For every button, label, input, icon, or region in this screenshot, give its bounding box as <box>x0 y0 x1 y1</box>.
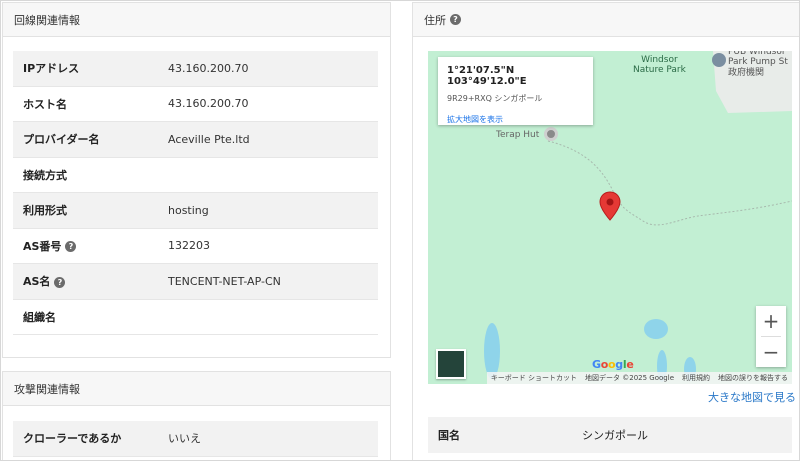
zoom-in-button[interactable]: + <box>756 306 786 336</box>
big-map-link[interactable]: 大きな地図で見る <box>708 389 796 405</box>
row-value: hosting <box>168 203 209 217</box>
map-view[interactable]: Windsor Nature Park PUB Windsor Park Pum… <box>428 51 792 384</box>
map-label-terap: Terap Hut <box>496 130 540 140</box>
table-row: 組織名 <box>13 300 378 335</box>
row-key-label: クローラーであるか <box>23 432 122 446</box>
table-row: ホスト名 43.160.200.70 <box>13 87 378 122</box>
row-key: 接続方式 <box>13 167 168 183</box>
country-value: シンガポール <box>582 429 648 442</box>
map-enlarge-link[interactable]: 拡大地図を表示 <box>447 114 584 125</box>
row-key: ホスト名 <box>13 96 168 112</box>
row-key-label: 接続方式 <box>23 168 67 182</box>
row-key-label: IPアドレス <box>23 62 80 76</box>
row-key: AS名? <box>13 273 168 289</box>
help-icon[interactable]: ? <box>54 276 66 288</box>
map-data-credit: 地図データ ©2025 Google <box>585 374 674 382</box>
map-info-window: 1°21'07.5"N 103°49'12.0"E 9R29+RXQ シンガポー… <box>438 57 593 125</box>
row-key: プロバイダー名 <box>13 131 168 147</box>
table-row: AS名? TENCENT-NET-AP-CN <box>13 264 378 300</box>
map-label-gov: 政府機関 <box>728 68 765 78</box>
row-value: 132203 <box>168 239 210 253</box>
country-row: 国名 シンガポール <box>428 417 792 453</box>
zoom-controls: + − <box>756 306 786 367</box>
line-info-header: 回線関連情報 <box>3 3 390 37</box>
gov-pin-icon <box>712 53 726 67</box>
help-icon[interactable]: ? <box>65 241 77 253</box>
zoom-out-button[interactable]: − <box>756 337 786 367</box>
map-label-windsor: Windsor Nature Park <box>633 55 686 75</box>
address-header: 住所 ? <box>413 3 799 37</box>
line-info-panel: 回線関連情報 IPアドレス 43.160.200.70 ホスト名 43.160.200… <box>2 2 391 358</box>
table-row: 利用形式 hosting <box>13 193 378 229</box>
attack-info-panel: 攻撃関連情報 クローラーであるか いいえ <box>2 371 391 460</box>
row-value: 43.160.200.70 <box>168 97 249 111</box>
row-value: Aceville Pte.ltd <box>168 132 250 146</box>
attack-info-title: 攻撃関連情報 <box>14 382 80 396</box>
row-key: AS番号? <box>13 238 168 254</box>
row-value: TENCENT-NET-AP-CN <box>168 274 281 288</box>
table-row: 接続方式 <box>13 158 378 193</box>
map-attribution-bar: キーボード ショートカット 地図データ ©2025 Google 利用規約 地図… <box>486 372 792 384</box>
row-key: クローラーであるか <box>13 430 168 446</box>
attack-info-table: クローラーであるか いいえ <box>13 421 378 457</box>
map-water-2 <box>644 319 668 339</box>
terap-pin-icon <box>544 127 558 141</box>
country-key: 国名 <box>438 429 460 442</box>
map-type-toggle[interactable] <box>436 349 466 379</box>
row-key-label: 利用形式 <box>23 204 67 218</box>
page-frame: 回線関連情報 IPアドレス 43.160.200.70 ホスト名 43.160.200… <box>0 0 800 461</box>
table-row: クローラーであるか いいえ <box>13 421 378 457</box>
row-value: 43.160.200.70 <box>168 61 249 75</box>
line-info-title: 回線関連情報 <box>14 13 80 27</box>
map-water-1 <box>484 323 500 379</box>
address-help-icon[interactable]: ? <box>450 14 461 25</box>
attack-info-header: 攻撃関連情報 <box>3 372 390 406</box>
location-marker-icon[interactable] <box>599 191 621 221</box>
map-label-pub: PUB Windsor Park Pump St <box>728 51 788 67</box>
line-info-table: IPアドレス 43.160.200.70 ホスト名 43.160.200.70 プロバイ… <box>13 51 378 335</box>
row-key-label: AS名 <box>23 275 51 289</box>
google-letter: o <box>600 358 609 371</box>
row-key-label: AS番号 <box>23 239 62 253</box>
map-trail <box>547 140 792 226</box>
google-letter: G <box>592 358 601 371</box>
table-row: プロバイダー名 Aceville Pte.ltd <box>13 122 378 158</box>
terms-link[interactable]: 利用規約 <box>682 373 710 383</box>
address-title: 住所 <box>424 13 446 27</box>
row-key: IPアドレス <box>13 60 168 76</box>
report-error-link[interactable]: 地図の誤りを報告する <box>718 373 788 383</box>
table-row: IPアドレス 43.160.200.70 <box>13 51 378 87</box>
row-key-label: ホスト名 <box>23 97 67 111</box>
keyboard-shortcuts-link[interactable]: キーボード ショートカット <box>491 373 577 383</box>
row-key-label: プロバイダー名 <box>23 133 100 147</box>
google-letter: e <box>626 358 634 371</box>
google-letter: g <box>615 358 623 371</box>
row-key: 利用形式 <box>13 202 168 218</box>
row-value: いいえ <box>168 432 201 446</box>
table-row: AS番号? 132203 <box>13 229 378 264</box>
map-coordinates: 1°21'07.5"N 103°49'12.0"E <box>447 65 527 87</box>
row-key: 組織名 <box>13 309 168 325</box>
map-plus-code: 9R29+RXQ シンガポール <box>447 94 543 103</box>
row-key-label: 組織名 <box>23 310 56 324</box>
google-logo: Google <box>592 358 634 371</box>
